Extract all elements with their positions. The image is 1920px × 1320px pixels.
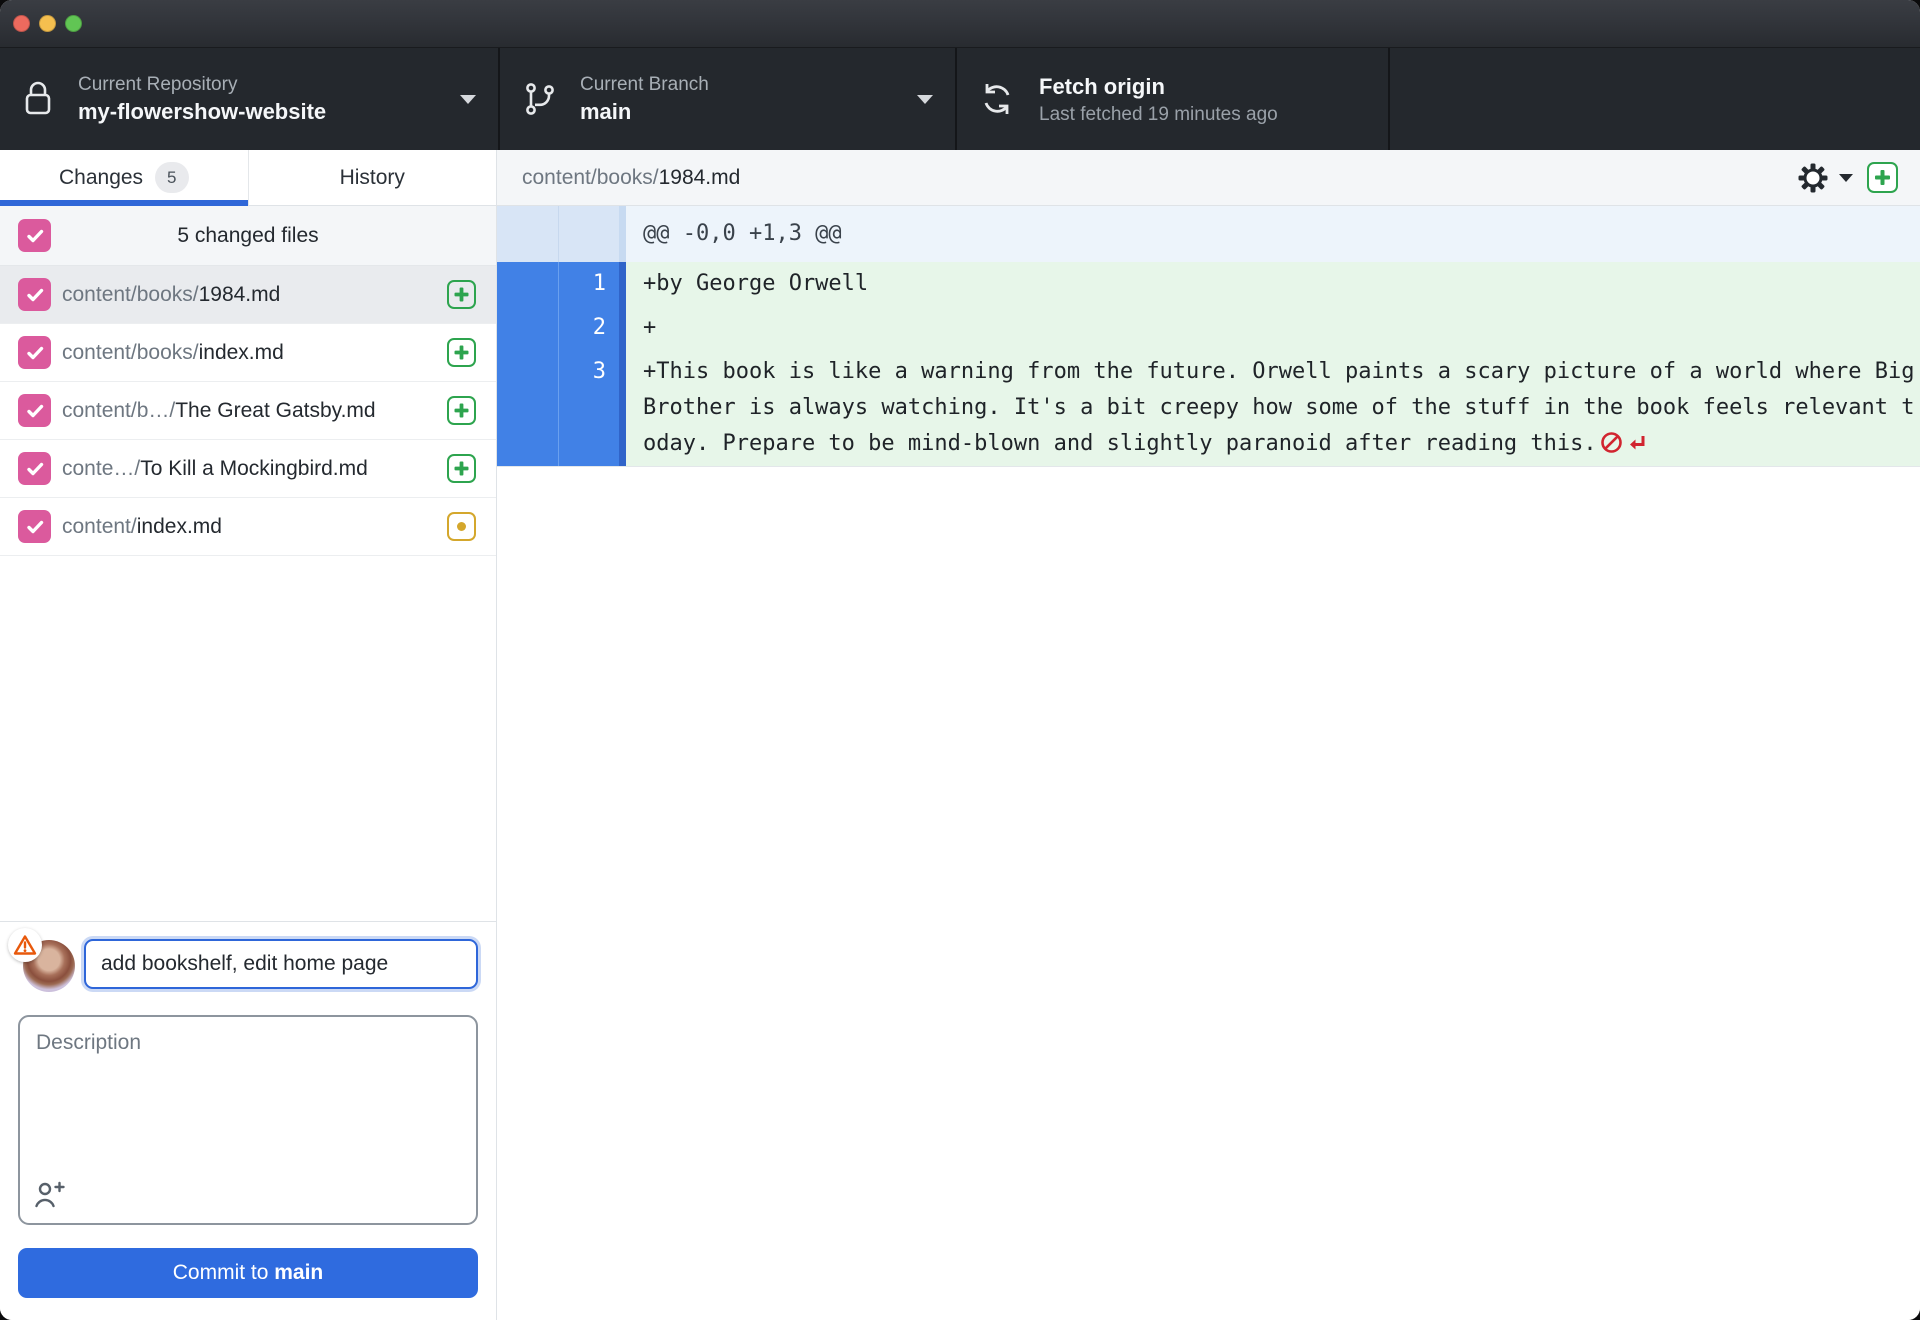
- add-coauthor-icon[interactable]: [34, 1180, 66, 1213]
- diff-line-number[interactable]: 3: [559, 350, 626, 466]
- file-dir: content/b…/: [62, 398, 176, 422]
- repository-label: Current Repository: [78, 73, 238, 95]
- diff-body: @@ -0,0 +1,3 @@ 1 +by George Orwell 2 + …: [497, 206, 1920, 467]
- diff-line-row: 3 +This book is like a warning from the …: [497, 350, 1920, 467]
- tab-history[interactable]: History: [247, 150, 496, 206]
- diff-file-dir: content/books/: [522, 165, 659, 189]
- commit-description-input[interactable]: [20, 1017, 476, 1223]
- chevron-down-icon: [1839, 173, 1853, 182]
- status-added-icon: [447, 396, 476, 425]
- commit-description-box: [18, 1015, 478, 1225]
- tab-changes[interactable]: Changes 5: [0, 150, 248, 206]
- warning-badge[interactable]: [8, 928, 42, 962]
- status-added-icon: [447, 454, 476, 483]
- file-checkbox[interactable]: [18, 336, 51, 369]
- diff-hunk-row: @@ -0,0 +1,3 @@: [497, 206, 1920, 262]
- file-checkbox[interactable]: [18, 510, 51, 543]
- diff-options-button[interactable]: [1797, 162, 1853, 194]
- commit-button-branch: main: [274, 1261, 324, 1284]
- sync-icon: [979, 81, 1015, 117]
- circle-slash-icon: [1600, 432, 1622, 453]
- git-branch-icon: [522, 80, 556, 118]
- current-branch-button[interactable]: Current Branch main: [500, 48, 957, 150]
- no-newline-indicator: [1597, 431, 1647, 456]
- changed-files-header: 5 changed files: [0, 206, 496, 266]
- diff-line-row: 2 +: [497, 306, 1920, 350]
- changes-count-badge: 5: [155, 162, 189, 193]
- repository-name: my-flowershow-website: [78, 98, 327, 124]
- file-name: index.md: [198, 340, 284, 364]
- minimize-window-icon[interactable]: [39, 15, 56, 32]
- file-checkbox[interactable]: [18, 278, 51, 311]
- diff-pane: content/books/1984.md @@ -0,0 +1,3 @@ 1 …: [497, 150, 1920, 1320]
- lock-icon: [22, 80, 54, 118]
- gear-icon: [1798, 163, 1828, 192]
- diff-line-number[interactable]: 2: [559, 306, 626, 350]
- changes-sidebar: Changes 5 History 5 changed files conten…: [0, 150, 497, 1320]
- file-dir: content/books/: [62, 282, 199, 306]
- file-checkbox[interactable]: [18, 394, 51, 427]
- changed-files-list: content/books/1984.md content/books/inde…: [0, 266, 496, 556]
- diff-line-number[interactable]: 1: [559, 262, 626, 306]
- commit-author: [8, 928, 76, 992]
- changed-file-row[interactable]: content/books/index.md: [0, 324, 496, 382]
- diff-file-name: 1984.md: [658, 165, 741, 189]
- file-dir: content/books/: [62, 340, 199, 364]
- branch-name: main: [580, 98, 632, 124]
- diff-line-row: 1 +by George Orwell: [497, 262, 1920, 306]
- diff-gutter-new[interactable]: [559, 206, 626, 262]
- status-added-icon: [447, 280, 476, 309]
- titlebar: [0, 0, 1920, 48]
- changed-file-row[interactable]: content/index.md: [0, 498, 496, 556]
- zoom-window-icon[interactable]: [65, 15, 82, 32]
- changed-files-count: 5 changed files: [177, 223, 319, 247]
- diff-line-text: +This book is like a warning from the fu…: [643, 359, 1915, 456]
- fetch-subtitle: Last fetched 19 minutes ago: [1039, 103, 1278, 125]
- chevron-down-icon: [917, 94, 933, 104]
- file-name: 1984.md: [198, 282, 281, 306]
- branch-label: Current Branch: [580, 73, 709, 95]
- fetch-title: Fetch origin: [1039, 73, 1165, 99]
- commit-area: Commit to main: [0, 921, 496, 1320]
- hunk-header-text: @@ -0,0 +1,3 @@: [626, 206, 1920, 262]
- status-modified-icon: [447, 512, 476, 541]
- changed-file-row[interactable]: content/b…/The Great Gatsby.md: [0, 382, 496, 440]
- diff-line-text: +: [643, 315, 657, 340]
- current-repository-button[interactable]: Current Repository my-flowershow-website: [0, 48, 500, 150]
- file-name: To Kill a Mockingbird.md: [140, 456, 368, 480]
- file-name: index.md: [136, 514, 222, 538]
- changed-file-row[interactable]: content/books/1984.md: [0, 266, 496, 324]
- close-window-icon[interactable]: [13, 15, 30, 32]
- diff-gutter-old[interactable]: [497, 262, 559, 306]
- sidebar-tabbar: Changes 5 History: [0, 150, 496, 206]
- status-added-icon: [447, 338, 476, 367]
- window-controls: [13, 15, 82, 32]
- sidebar-empty-space: [0, 556, 496, 921]
- changed-file-row[interactable]: conte…/To Kill a Mockingbird.md: [0, 440, 496, 498]
- add-file-button[interactable]: [1867, 162, 1898, 193]
- file-dir: content/: [62, 514, 137, 538]
- file-dir: conte…/: [62, 456, 141, 480]
- toolbar-empty-space: [1390, 48, 1920, 150]
- chevron-down-icon: [460, 94, 476, 104]
- toolbar: Current Repository my-flowershow-website…: [0, 48, 1920, 150]
- diff-gutter-old[interactable]: [497, 206, 559, 262]
- commit-summary-input[interactable]: [84, 939, 478, 989]
- commit-button[interactable]: Commit to main: [18, 1248, 478, 1298]
- plus-icon: [1875, 170, 1890, 185]
- diff-gutter-old[interactable]: [497, 306, 559, 350]
- return-arrow-icon: [1629, 436, 1645, 450]
- file-checkbox[interactable]: [18, 452, 51, 485]
- app-window: Current Repository my-flowershow-website…: [0, 0, 1920, 1320]
- diff-line-text: +by George Orwell: [643, 271, 869, 296]
- fetch-origin-button[interactable]: Fetch origin Last fetched 19 minutes ago: [957, 48, 1390, 150]
- file-name: The Great Gatsby.md: [175, 398, 376, 422]
- diff-file-header: content/books/1984.md: [497, 150, 1920, 206]
- diff-gutter-old[interactable]: [497, 350, 559, 466]
